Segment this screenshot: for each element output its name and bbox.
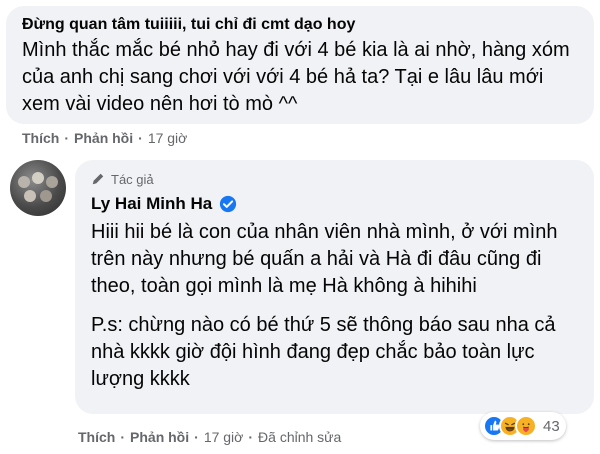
like-button[interactable]: Thích bbox=[22, 130, 59, 146]
separator-dot: · bbox=[138, 130, 143, 146]
like-button[interactable]: Thích bbox=[78, 429, 115, 445]
reaction-summary[interactable]: 43 bbox=[480, 412, 566, 440]
reply-paragraph: P.s: chừng nào có bé thứ 5 sẽ thông báo … bbox=[91, 314, 556, 390]
reply-button[interactable]: Phản hồi bbox=[130, 429, 189, 445]
verified-badge-icon bbox=[220, 195, 237, 213]
comment-text: Mình thắc mắc bé nhỏ hay đi với 4 bé kia… bbox=[22, 39, 570, 115]
author-tag-label: Tác giả bbox=[111, 171, 154, 187]
avatar[interactable] bbox=[10, 160, 66, 216]
reply-paragraph: Hiii hii bé là con của nhân viên nhà mìn… bbox=[91, 221, 558, 297]
reply-author[interactable]: Ly Hai Minh Ha bbox=[91, 194, 212, 214]
separator-dot: · bbox=[194, 429, 199, 445]
separator-dot: · bbox=[64, 130, 70, 146]
edited-label[interactable]: Đã chỉnh sửa bbox=[258, 429, 341, 445]
pencil-icon bbox=[92, 173, 104, 185]
comment-bubble: Đừng quan tâm tuiiiii, tui chỉ đi cmt dạ… bbox=[6, 6, 594, 124]
reply-author-row: Ly Hai Minh Ha bbox=[91, 194, 580, 214]
separator-dot: · bbox=[248, 429, 254, 445]
comment-author[interactable]: Đừng quan tâm tuiiiii, tui chỉ đi cmt dạ… bbox=[22, 15, 580, 35]
reply-text: Hiii hii bé là con của nhân viên nhà mìn… bbox=[91, 219, 580, 393]
separator-dot: · bbox=[120, 429, 126, 445]
comment-timestamp[interactable]: 17 giờ bbox=[148, 130, 188, 146]
reply-button[interactable]: Phản hồi bbox=[74, 130, 133, 146]
care-icon bbox=[515, 415, 537, 437]
reaction-count: 43 bbox=[543, 417, 560, 435]
comment-actions: Thích · Phản hồi · 17 giờ bbox=[22, 128, 187, 148]
reply-bubble: Tác giả Ly Hai Minh Ha Hiii hii bé là co… bbox=[75, 160, 594, 414]
author-tag: Tác giả bbox=[91, 170, 580, 188]
reply-actions: Thích · Phản hồi · 17 giờ · Đã chỉnh sửa bbox=[78, 427, 341, 447]
reply-timestamp[interactable]: 17 giờ bbox=[204, 429, 244, 445]
